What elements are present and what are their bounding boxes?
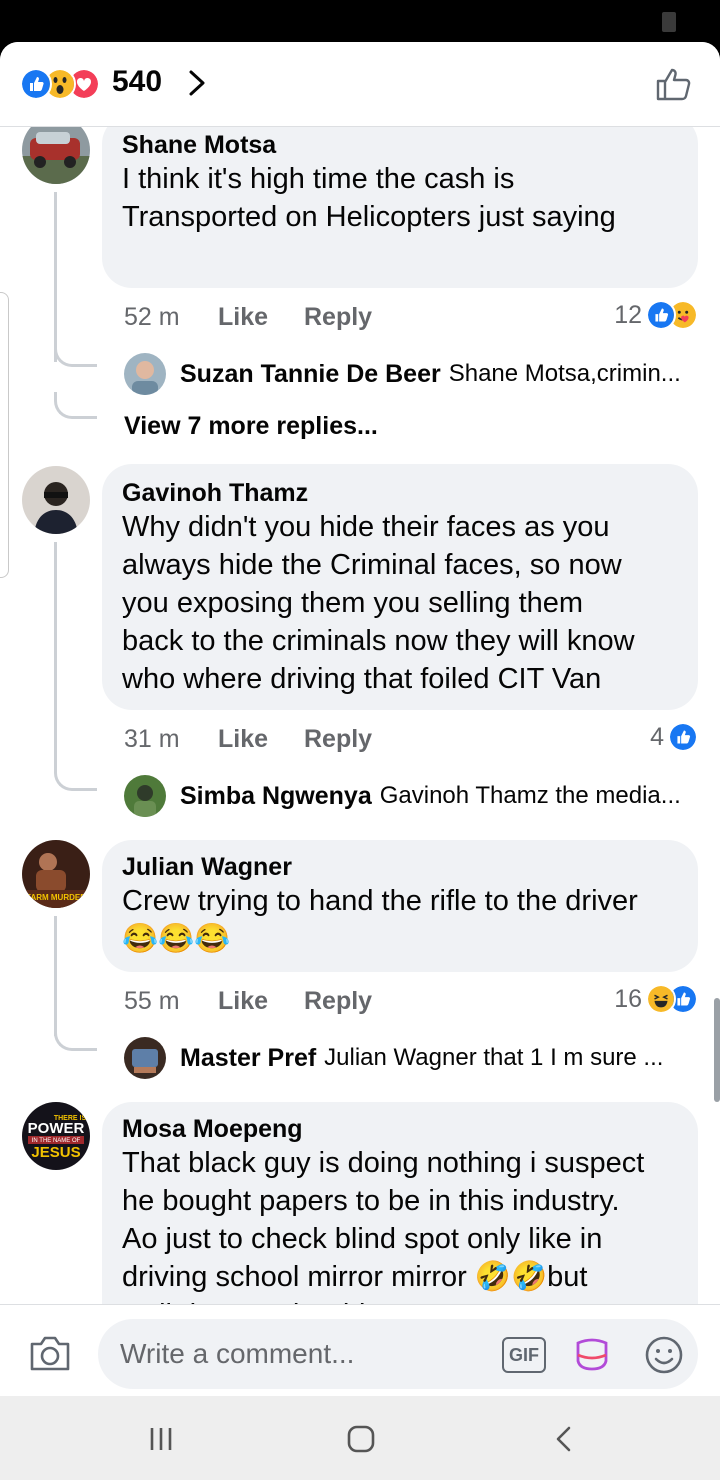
comment-text: Why didn't you hide their faces as you a… [122, 511, 635, 695]
avatar[interactable] [22, 126, 90, 184]
chevron-right-icon[interactable] [182, 68, 212, 98]
avatar[interactable] [124, 353, 166, 395]
thread-line [54, 916, 57, 1036]
comment-time: 52 m [124, 303, 180, 331]
haha-reaction-icon [646, 984, 676, 1014]
like-reaction-icon [668, 722, 698, 752]
like-reaction-icon [646, 300, 676, 330]
comment-actions: 52 m Like Reply [124, 302, 372, 332]
comment-reaction-count: 12 [614, 301, 642, 329]
comment-actions: 55 m Like Reply [124, 986, 372, 1016]
edge-handle[interactable] [0, 292, 9, 578]
camera-icon[interactable] [28, 1333, 72, 1373]
recent-apps-icon[interactable] [146, 1424, 176, 1454]
comment-composer: Write a comment... GIF [0, 1304, 720, 1397]
reply-author[interactable]: Simba Ngwenya [180, 782, 372, 811]
avatar[interactable]: FARM MURDER [22, 840, 90, 908]
reply-button[interactable]: Reply [304, 302, 372, 332]
avatar-text: POWER [28, 1120, 85, 1137]
avatar[interactable] [124, 1037, 166, 1079]
comment-author[interactable]: Julian Wagner [122, 852, 678, 882]
like-button[interactable]: Like [218, 986, 304, 1016]
comment-time: 31 m [124, 725, 180, 753]
home-icon[interactable] [346, 1424, 376, 1454]
reply-preview[interactable]: Simba Ngwenya Gavinoh Thamz the media... [124, 775, 694, 817]
thread-branch [54, 1024, 97, 1051]
scrollbar[interactable] [714, 998, 720, 1102]
gif-button[interactable]: GIF [502, 1337, 546, 1373]
reply-preview[interactable]: Suzan Tannie De Beer Shane Motsa,crimin.… [124, 353, 694, 395]
reaction-count[interactable]: 540 [112, 65, 162, 99]
reply-author[interactable]: Suzan Tannie De Beer [180, 360, 441, 389]
comment-bubble[interactable]: Gavinoh Thamz Why didn't you hide their … [102, 464, 698, 710]
comment-author[interactable]: Mosa Moepeng [122, 1114, 678, 1144]
avatar[interactable]: THERE IS POWER IN THE NAME OF JESUS [22, 1102, 90, 1170]
battery-icon [662, 12, 676, 32]
comment-input[interactable]: Write a comment... GIF [98, 1319, 698, 1389]
reaction-summary[interactable] [20, 68, 110, 100]
like-button[interactable]: Like [218, 302, 304, 332]
reply-text: Gavinoh Thamz the media... [379, 782, 681, 809]
avatar-label: FARM MURDER [26, 893, 86, 902]
like-button[interactable]: Like [218, 724, 304, 754]
comment-bubble[interactable]: Shane Motsa I think it's high time the c… [102, 126, 698, 288]
reply-author[interactable]: Master Pref [180, 1044, 316, 1073]
comment-author[interactable]: Shane Motsa [122, 130, 678, 160]
reply-button[interactable]: Reply [304, 986, 372, 1016]
comments-list: Shane Motsa I think it's high time the c… [0, 126, 720, 1304]
comment-time: 55 m [124, 987, 180, 1015]
avatar[interactable] [124, 775, 166, 817]
android-nav-bar [0, 1396, 720, 1480]
thread-line [54, 542, 57, 772]
reply-preview[interactable]: Master Pref Julian Wagner that 1 I m sur… [124, 1037, 694, 1079]
reactions-header: 540 [0, 42, 720, 127]
status-bar [0, 0, 720, 42]
comment-actions: 31 m Like Reply [124, 724, 372, 754]
reply-text: Julian Wagner that 1 I m sure ... [324, 1044, 664, 1071]
comment-author[interactable]: Gavinoh Thamz [122, 478, 678, 508]
back-icon[interactable] [550, 1424, 580, 1454]
thumbs-up-icon[interactable] [654, 64, 694, 104]
comment-text: That black guy is doing nothing i suspec… [122, 1147, 645, 1304]
comment-reaction-count: 16 [614, 985, 642, 1013]
reply-button[interactable]: Reply [304, 724, 372, 754]
comment-bubble[interactable]: Mosa Moepeng That black guy is doing not… [102, 1102, 698, 1304]
sticker-icon[interactable] [572, 1335, 612, 1375]
avatar-text: JESUS [31, 1144, 80, 1161]
like-reaction-icon [20, 68, 52, 100]
comment-reactions[interactable]: 4 [650, 722, 698, 752]
comments-sheet: 540 Shane Motsa I think it's high time t… [0, 42, 720, 1480]
comment-text: Crew trying to hand the rifle to the dri… [122, 885, 638, 917]
comment-text: I think it's high time the cash is Trans… [122, 163, 616, 233]
comment-reactions[interactable]: 16 [614, 984, 698, 1014]
thread-line [54, 192, 57, 362]
avatar[interactable] [22, 466, 90, 534]
comment-reaction-count: 4 [650, 723, 664, 751]
emoji-icon[interactable] [644, 1335, 684, 1375]
comment-placeholder: Write a comment... [120, 1338, 355, 1369]
comment-emoji: 😂😂😂 [122, 923, 231, 955]
view-more-replies-link[interactable]: View 7 more replies... [124, 412, 378, 441]
thread-branch [54, 764, 97, 791]
thread-branch [54, 340, 97, 367]
comment-reactions[interactable]: 12 [614, 300, 698, 330]
reply-text: Shane Motsa,crimin... [448, 360, 681, 387]
thread-branch [54, 392, 97, 419]
comment-bubble[interactable]: Julian Wagner Crew trying to hand the ri… [102, 840, 698, 972]
